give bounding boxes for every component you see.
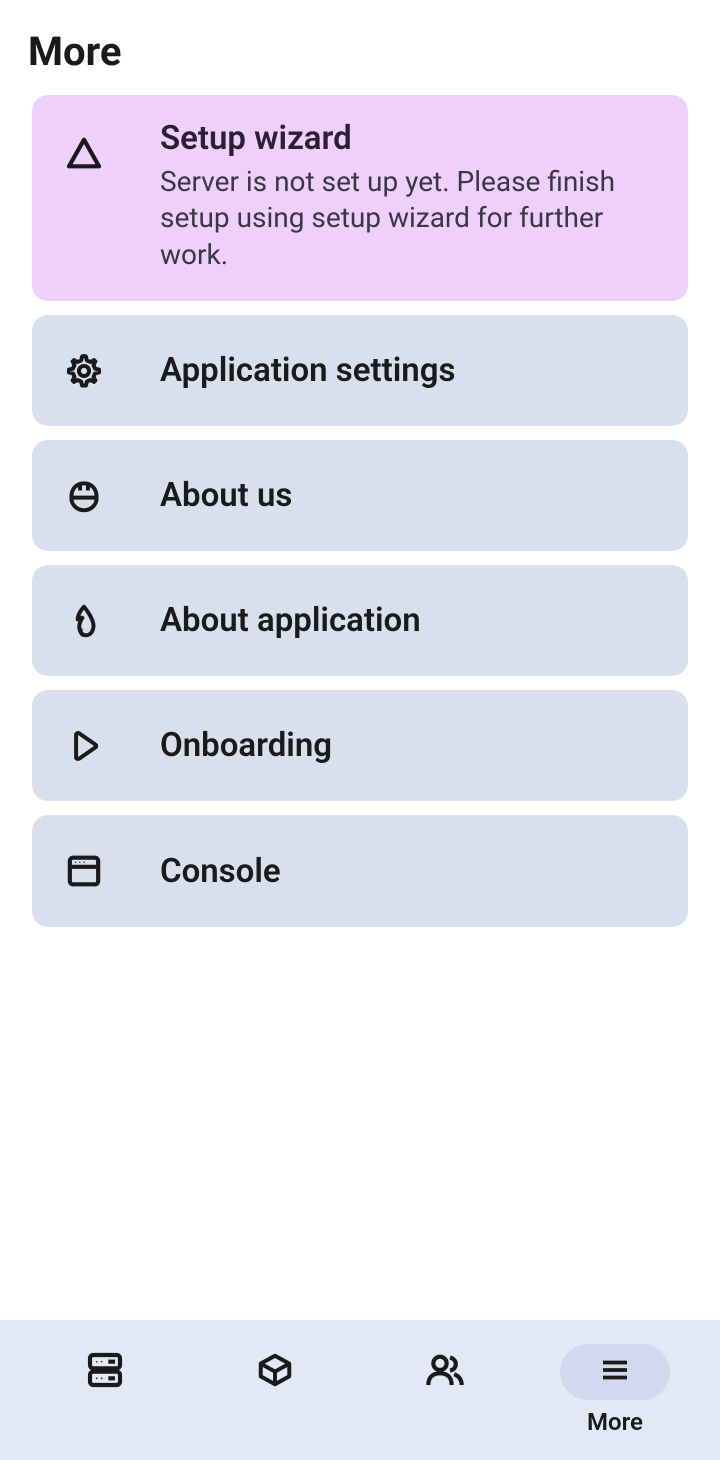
- card-title: About us: [160, 476, 656, 515]
- console-window-icon: [64, 851, 104, 891]
- gear-icon: [64, 352, 104, 390]
- card-title: Setup wizard: [160, 119, 656, 158]
- card-title: About application: [160, 601, 656, 640]
- flame-icon: [64, 602, 104, 640]
- helmet-icon: [64, 477, 104, 515]
- nav-servers[interactable]: [45, 1344, 165, 1436]
- users-icon: [425, 1350, 465, 1394]
- page-title: More: [0, 0, 720, 95]
- nav-packages[interactable]: [215, 1344, 335, 1436]
- card-about-application[interactable]: About application: [32, 565, 688, 676]
- bottom-nav: More: [0, 1320, 720, 1460]
- play-icon: [64, 727, 104, 765]
- server-icon: [85, 1350, 125, 1394]
- card-console[interactable]: Console: [32, 815, 688, 927]
- card-title: Application settings: [160, 351, 656, 390]
- menu-list: Setup wizard Server is not set up yet. P…: [0, 95, 720, 927]
- nav-users[interactable]: [385, 1344, 505, 1436]
- nav-label: More: [587, 1408, 643, 1436]
- nav-more[interactable]: More: [555, 1344, 675, 1436]
- card-setup-wizard[interactable]: Setup wizard Server is not set up yet. P…: [32, 95, 688, 301]
- cube-icon: [256, 1351, 294, 1393]
- card-description: Server is not set up yet. Please finish …: [160, 164, 656, 273]
- card-onboarding[interactable]: Onboarding: [32, 690, 688, 801]
- card-about-us[interactable]: About us: [32, 440, 688, 551]
- card-application-settings[interactable]: Application settings: [32, 315, 688, 426]
- card-title: Onboarding: [160, 726, 656, 765]
- warning-triangle-icon: [64, 133, 104, 173]
- menu-icon: [597, 1352, 633, 1392]
- card-title: Console: [160, 852, 656, 891]
